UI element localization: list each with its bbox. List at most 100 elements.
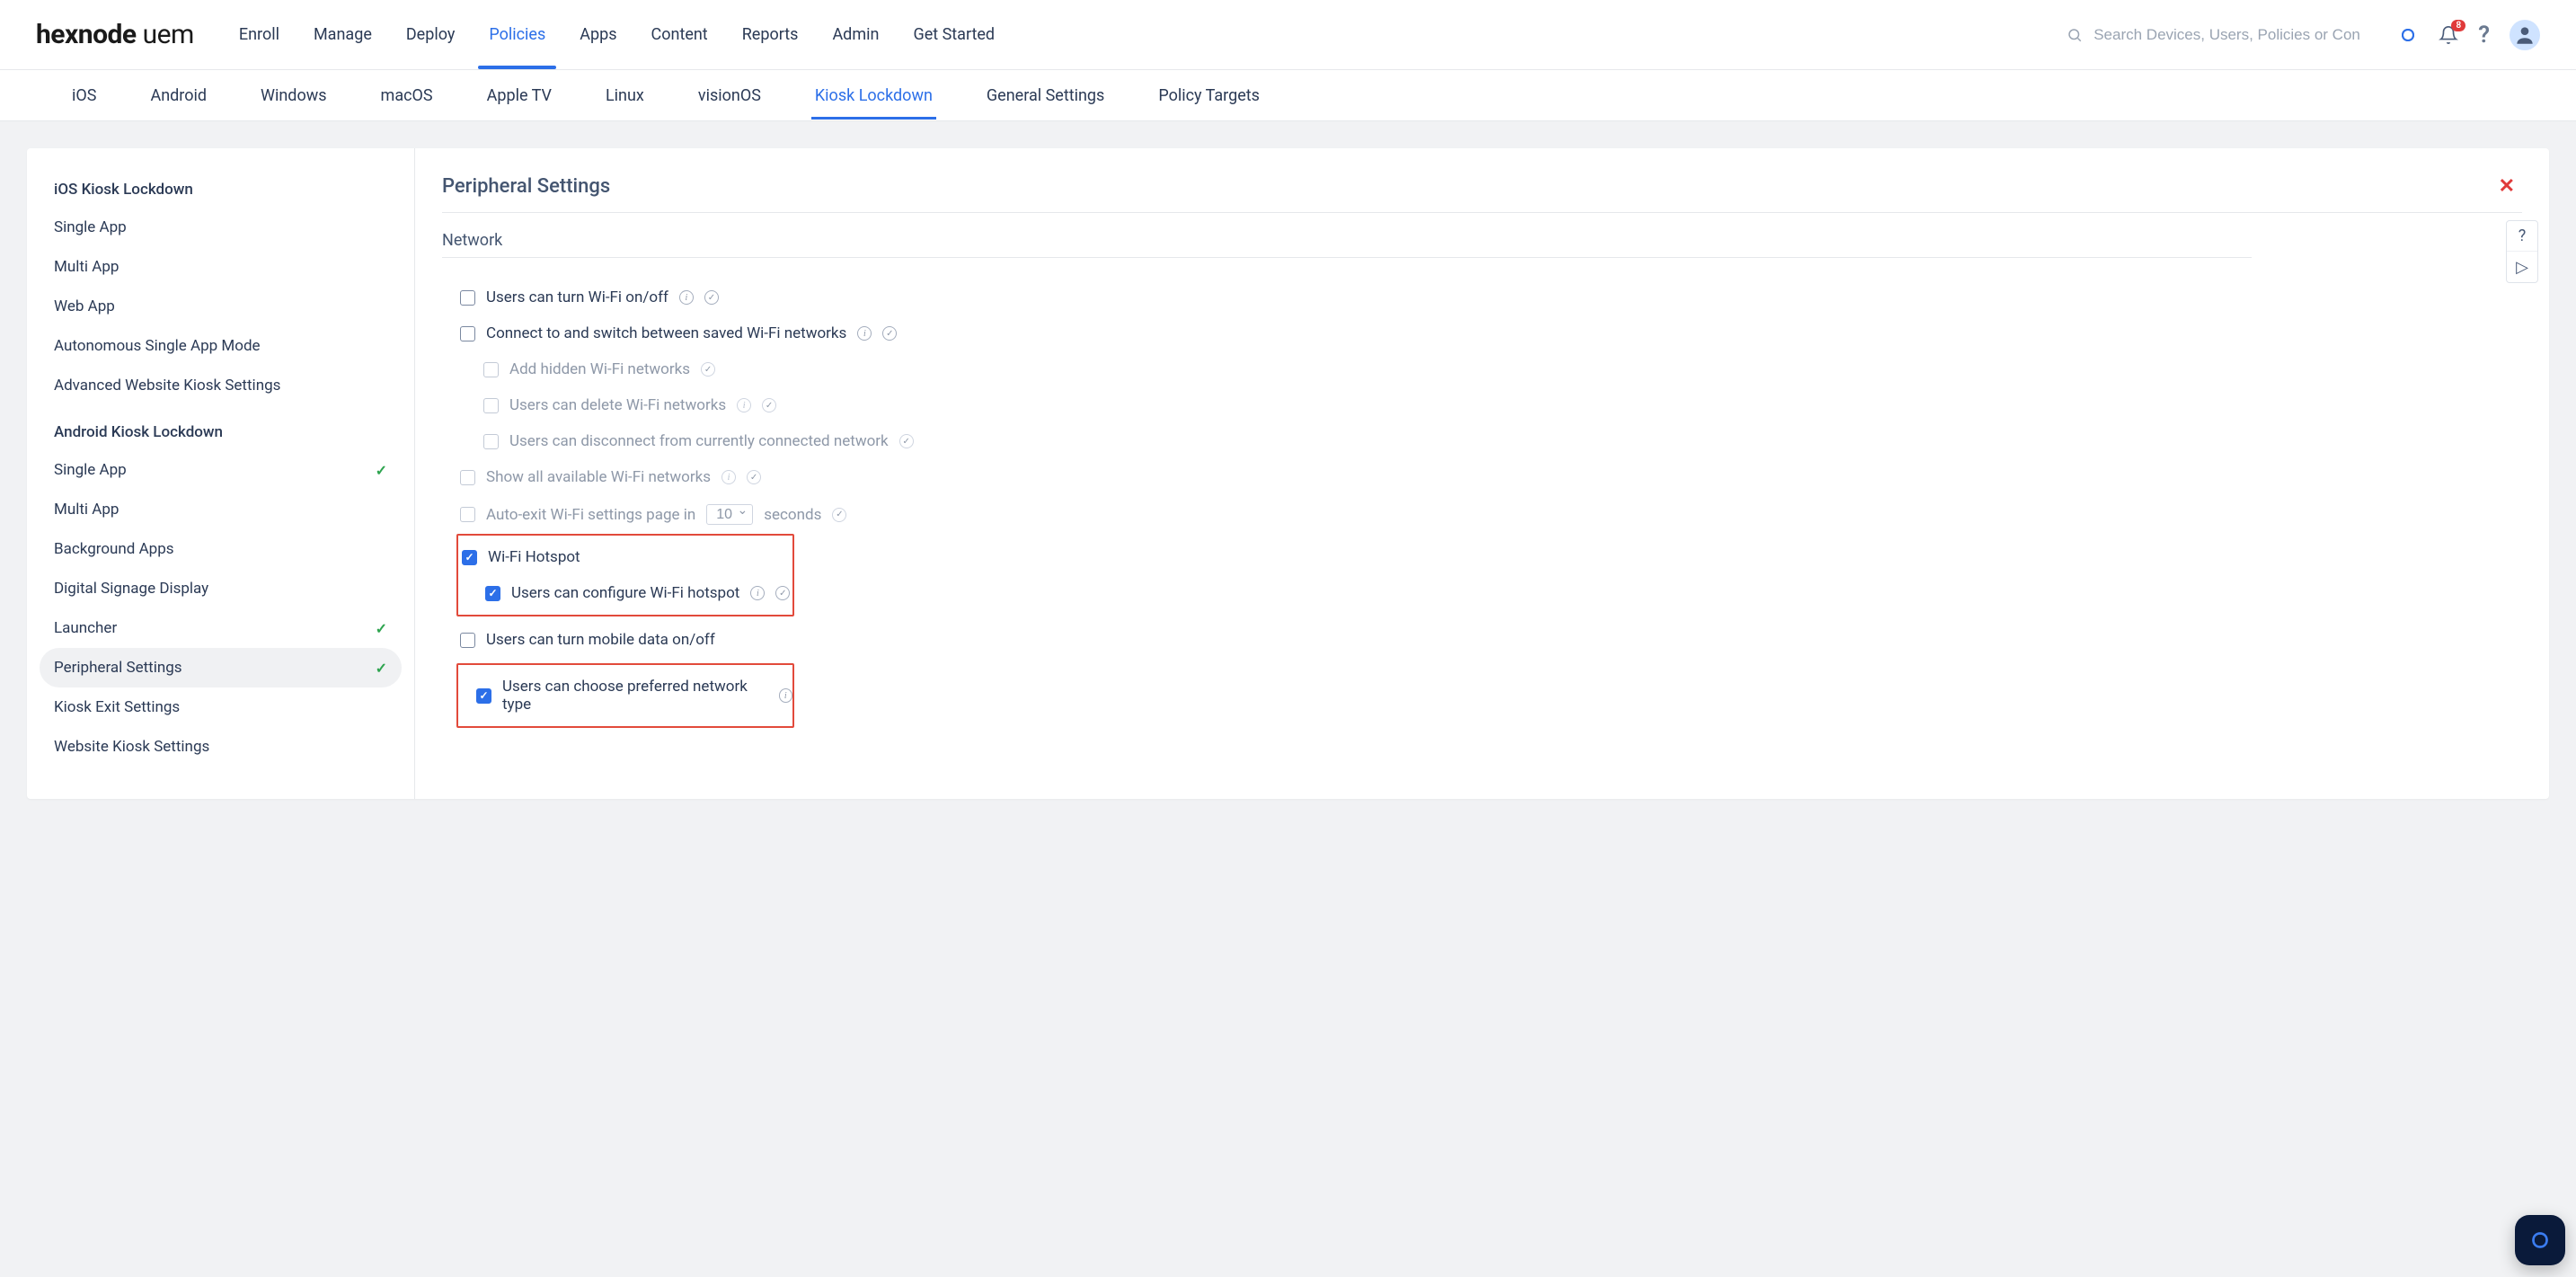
- panel-title-row: Peripheral Settings ✕: [442, 172, 2522, 213]
- verify-icon: [882, 326, 897, 341]
- verify-icon: [775, 586, 790, 600]
- checkbox-hotspot-config[interactable]: [485, 586, 500, 601]
- nav-apps[interactable]: Apps: [580, 5, 616, 64]
- panel-play-icon[interactable]: ▷: [2507, 252, 2537, 282]
- row-hotspot-config: Users can configure Wi-Fi hotspot: [458, 575, 792, 611]
- tab-linux[interactable]: Linux: [606, 74, 644, 118]
- sidebar-item-ios-multi-app[interactable]: Multi App: [40, 247, 402, 287]
- nav-reports[interactable]: Reports: [742, 5, 799, 64]
- sidebar-item-android-background-apps[interactable]: Background Apps: [40, 529, 402, 569]
- info-icon[interactable]: [721, 470, 736, 484]
- verify-icon: [701, 362, 715, 377]
- chat-fab[interactable]: [2515, 1215, 2565, 1265]
- tab-appletv[interactable]: Apple TV: [487, 74, 552, 118]
- checkbox-add-hidden[interactable]: [483, 362, 499, 377]
- label-auto-exit-suffix: seconds: [764, 506, 821, 524]
- sidebar-item-android-peripheral[interactable]: Peripheral Settings✓: [40, 648, 402, 687]
- checkbox-pref-net[interactable]: [476, 688, 491, 704]
- checkbox-hotspot[interactable]: [462, 550, 477, 565]
- info-icon[interactable]: [750, 586, 765, 600]
- label-wifi-onoff: Users can turn Wi-Fi on/off: [486, 288, 668, 306]
- logo-brand: hexnode: [36, 19, 137, 50]
- tab-windows[interactable]: Windows: [261, 74, 327, 118]
- sidebar-item-android-single-app[interactable]: Single App✓: [40, 450, 402, 490]
- verify-icon: [899, 434, 914, 448]
- row-add-hidden: Add hidden Wi-Fi networks: [442, 351, 2522, 387]
- sidebar-item-android-multi-app[interactable]: Multi App: [40, 490, 402, 529]
- checkbox-mobile-data[interactable]: [460, 633, 475, 648]
- tab-general-settings[interactable]: General Settings: [987, 74, 1104, 118]
- nav-enroll[interactable]: Enroll: [239, 5, 279, 64]
- nav-content[interactable]: Content: [651, 5, 708, 64]
- knot-icon[interactable]: [2397, 24, 2419, 46]
- logo: hexnode uem: [36, 19, 194, 50]
- label-show-all: Show all available Wi-Fi networks: [486, 468, 711, 486]
- sidebar-group-title-android: Android Kiosk Lockdown: [40, 414, 402, 450]
- sidebar-item-android-website-kiosk[interactable]: Website Kiosk Settings: [40, 727, 402, 767]
- row-hotspot: Wi-Fi Hotspot: [458, 539, 792, 575]
- search-input[interactable]: [2092, 25, 2361, 45]
- global-search[interactable]: [2067, 25, 2361, 45]
- checkbox-show-all[interactable]: [460, 470, 475, 485]
- sub-tabs: iOS Android Windows macOS Apple TV Linux…: [0, 70, 2576, 120]
- info-icon[interactable]: [857, 326, 872, 341]
- info-icon[interactable]: [679, 290, 694, 305]
- chat-heart-icon: [2527, 1227, 2554, 1254]
- row-connect-saved: Connect to and switch between saved Wi-F…: [442, 315, 2522, 351]
- logo-suffix: uem: [143, 19, 194, 50]
- section-title-network: Network: [442, 231, 2252, 258]
- auto-exit-select-wrap[interactable]: 10: [706, 504, 753, 525]
- info-icon[interactable]: [737, 398, 751, 412]
- sidebar-item-android-launcher[interactable]: Launcher✓: [40, 608, 402, 648]
- nav-policies[interactable]: Policies: [489, 5, 545, 64]
- tab-android[interactable]: Android: [150, 74, 207, 118]
- mini-tools: ? ▷: [2506, 220, 2538, 283]
- nav-admin[interactable]: Admin: [832, 5, 879, 64]
- sidebar-item-ios-advanced-website[interactable]: Advanced Website Kiosk Settings: [40, 366, 402, 405]
- row-auto-exit: Auto-exit Wi-Fi settings page in 10 seco…: [442, 495, 2522, 534]
- notifications-icon[interactable]: 8: [2439, 25, 2458, 45]
- sidebar-item-ios-web-app[interactable]: Web App: [40, 287, 402, 326]
- label-hotspot-config: Users can configure Wi-Fi hotspot: [511, 584, 739, 602]
- card: iOS Kiosk Lockdown Single App Multi App …: [27, 148, 2549, 799]
- label-connect-saved: Connect to and switch between saved Wi-F…: [486, 324, 846, 342]
- search-icon: [2067, 27, 2083, 43]
- avatar[interactable]: [2510, 20, 2540, 50]
- row-mobile-data: Users can turn mobile data on/off: [442, 622, 2522, 658]
- panel-help-icon[interactable]: ?: [2507, 221, 2537, 252]
- nav-manage[interactable]: Manage: [314, 5, 372, 64]
- auto-exit-select[interactable]: 10: [706, 504, 753, 525]
- tab-policy-targets[interactable]: Policy Targets: [1158, 74, 1260, 118]
- check-icon: ✓: [376, 462, 387, 479]
- sidebar-item-ios-autonomous[interactable]: Autonomous Single App Mode: [40, 326, 402, 366]
- highlight-pref-net: Users can choose preferred network type: [456, 663, 794, 728]
- close-icon[interactable]: ✕: [2492, 172, 2522, 201]
- sidebar-item-ios-single-app[interactable]: Single App: [40, 208, 402, 247]
- checkbox-auto-exit[interactable]: [460, 507, 475, 522]
- sidebar-item-android-kiosk-exit[interactable]: Kiosk Exit Settings: [40, 687, 402, 727]
- tab-ios[interactable]: iOS: [72, 74, 96, 118]
- checkbox-wifi-onoff[interactable]: [460, 290, 475, 306]
- stage: iOS Kiosk Lockdown Single App Multi App …: [0, 121, 2576, 1277]
- info-icon[interactable]: [779, 688, 792, 703]
- sidebar-group-title-ios: iOS Kiosk Lockdown: [40, 172, 402, 208]
- help-icon[interactable]: ?: [2478, 22, 2490, 49]
- verify-icon: [747, 470, 761, 484]
- sub-tabs-wrap: iOS Android Windows macOS Apple TV Linux…: [0, 70, 2576, 121]
- row-pref-net: Users can choose preferred network type: [458, 669, 792, 723]
- checkbox-delete-wifi[interactable]: [483, 398, 499, 413]
- nav-deploy[interactable]: Deploy: [406, 5, 456, 64]
- checkbox-disconnect[interactable]: [483, 434, 499, 449]
- tab-macos[interactable]: macOS: [381, 74, 433, 118]
- label-add-hidden: Add hidden Wi-Fi networks: [509, 360, 690, 378]
- nav-get-started[interactable]: Get Started: [913, 5, 995, 64]
- tab-kiosk-lockdown[interactable]: Kiosk Lockdown: [815, 74, 933, 118]
- check-icon: ✓: [376, 660, 387, 677]
- top-icons: 8 ?: [2397, 20, 2540, 50]
- tab-visionos[interactable]: visionOS: [698, 74, 761, 118]
- sidebar-item-android-digital-signage[interactable]: Digital Signage Display: [40, 569, 402, 608]
- checkbox-connect-saved[interactable]: [460, 326, 475, 341]
- row-wifi-onoff: Users can turn Wi-Fi on/off: [442, 279, 2522, 315]
- label-delete-wifi: Users can delete Wi-Fi networks: [509, 396, 726, 414]
- highlight-hotspot: Wi-Fi Hotspot Users can configure Wi-Fi …: [456, 534, 794, 616]
